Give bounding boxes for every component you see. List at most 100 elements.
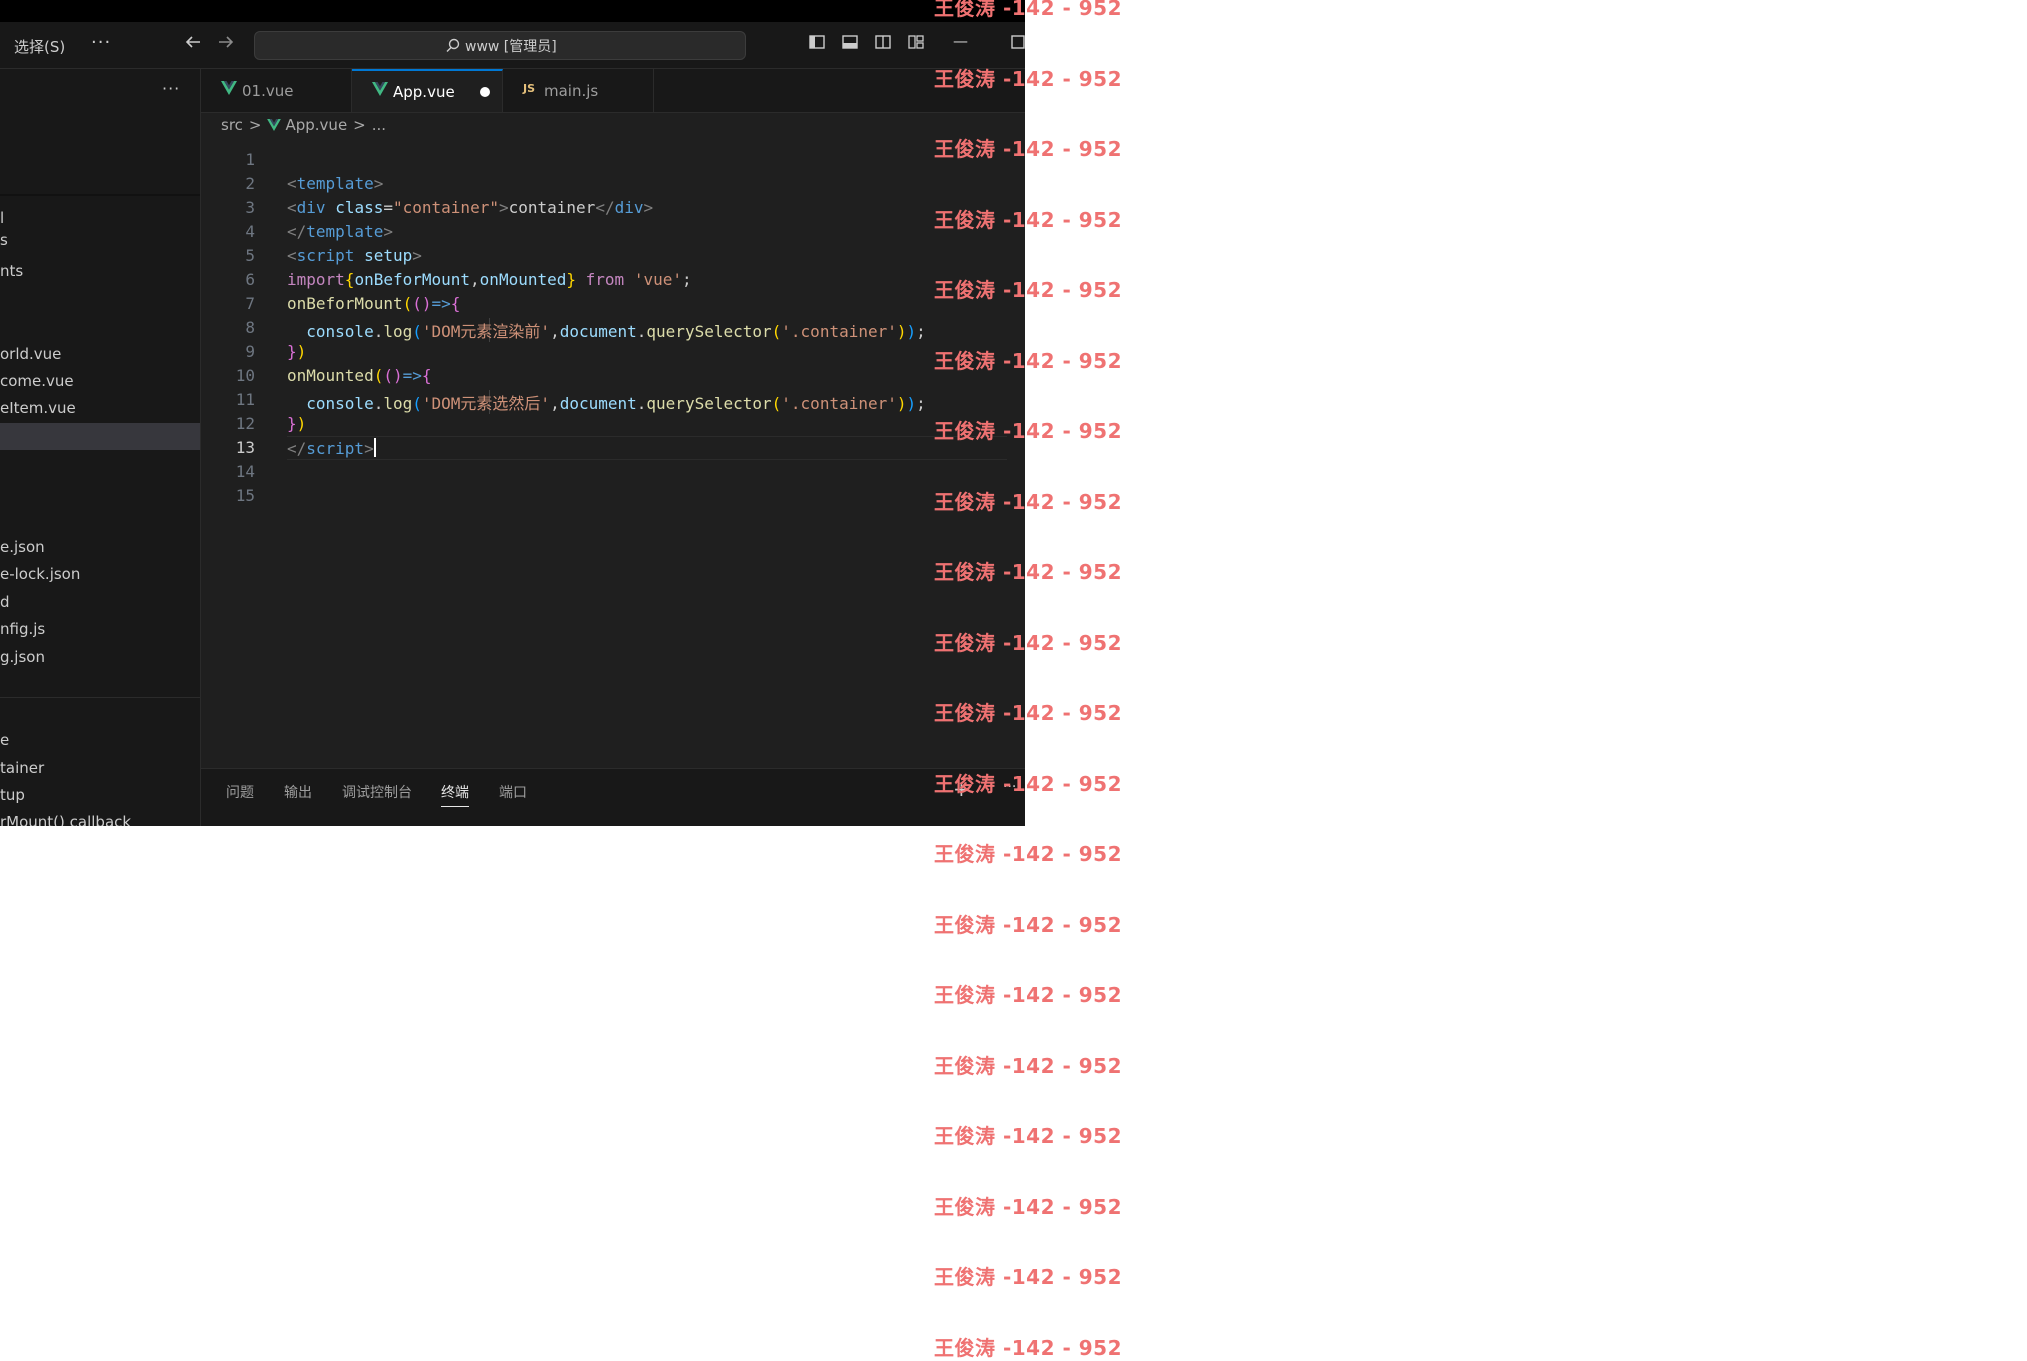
code-token: > [643,198,654,217]
code-line[interactable]: }) [287,414,306,433]
sidebar-item[interactable]: s [0,231,8,249]
code-token: ) [896,394,907,413]
more-menu-icon[interactable]: ··· [91,32,111,53]
js-icon: JS [523,82,536,95]
tab-main-js[interactable]: JS main.js [503,69,654,112]
code-token: console [306,394,374,413]
watermark-text: 王俊涛 -142 - 952 [934,630,1122,655]
menu-select[interactable]: 选择(S) [14,36,65,57]
code-line[interactable]: import{onBeforMount,onMounted} from 'vue… [287,270,692,289]
line-number: 10 [235,366,255,385]
line-number: 7 [245,294,255,313]
code-line[interactable]: }) [287,342,306,361]
code-token: > [498,198,509,217]
line-number: 9 [245,342,255,361]
code-line[interactable]: onBeforMount(()=>{ [287,294,460,313]
code-token: , [470,270,480,289]
code-token: container [508,198,596,217]
code-token: () [412,294,432,313]
code-token: div [296,198,326,217]
sidebar-item[interactable]: g.json [0,648,45,666]
watermark-text: 王俊涛 -142 - 952 [934,1335,1122,1360]
vue-icon [372,82,388,96]
code-editor[interactable]: 1 2 <template> 3 <div class="container">cont… [201,140,1025,570]
tab-01-vue[interactable]: 01.vue [201,69,352,112]
outline-item[interactable]: tup [0,786,25,804]
sidebar-more-icon[interactable]: ··· [162,79,180,98]
arrow-right-icon[interactable] [217,33,235,56]
tab-label: 01.vue [242,82,294,100]
code-token: > [364,439,374,458]
arrow-left-icon[interactable] [184,33,202,56]
code-token: '.container' [781,394,897,413]
tab-label: main.js [544,82,599,100]
sidebar-item[interactable]: eItem.vue [0,399,76,417]
panel-tab-problems[interactable]: 问题 [226,782,254,802]
watermark-text: 王俊涛 -142 - 952 [934,912,1122,937]
line-number: 2 [245,174,255,193]
code-line[interactable]: </script> [287,438,376,458]
line-number: 14 [235,462,255,481]
code-token: } [287,414,297,433]
unsaved-dot-icon[interactable] [480,87,490,97]
code-line[interactable]: onMounted(()=>{ [287,366,432,385]
line-number: 4 [245,222,255,241]
code-token: ( [771,394,782,413]
explorer-sidebar: ··· l s nts orld.vue come.vue eItem.vue … [0,69,201,826]
code-token: template [296,174,374,193]
code-line[interactable]: <script setup> [287,246,422,265]
panel-tab-debug-console[interactable]: 调试控制台 [342,782,412,802]
code-token: { [344,270,355,289]
code-token: ) [296,414,307,433]
code-token: } [287,342,297,361]
code-line[interactable]: console.log('DOM元素选然后',document.querySel… [287,390,926,414]
code-line[interactable]: </template> [287,222,393,241]
panel-tab-terminal[interactable]: 终端 [441,782,469,807]
panel-tab-ports[interactable]: 端口 [499,782,527,802]
breadcrumb-file[interactable]: App.vue [285,116,347,134]
sidebar-item[interactable]: come.vue [0,372,74,390]
title-bar: 选择(S) ··· www [管理员] — [0,22,1025,69]
code-token: onBeforMount [354,270,471,289]
code-token: < [287,246,297,265]
code-token: '.container' [781,322,897,341]
sidebar-item[interactable]: nts [0,262,23,280]
sidebar-item[interactable]: orld.vue [0,345,61,363]
customize-layout-icon[interactable] [907,33,925,56]
toggle-primary-sidebar-icon[interactable] [808,33,826,56]
code-line[interactable]: <div class="container">container</div> [287,198,653,217]
sidebar-item[interactable]: nfig.js [0,620,45,638]
line-number: 12 [235,414,255,433]
sidebar-item[interactable]: e-lock.json [0,565,80,583]
outline-item[interactable]: tainer [0,759,44,777]
command-center-search[interactable]: www [管理员] [254,31,746,60]
line-number: 8 [245,318,255,337]
code-line[interactable]: <template> [287,174,383,193]
code-token: div [614,198,644,217]
watermark-text: 王俊涛 -142 - 952 [934,842,1122,866]
code-token: ) [296,342,307,361]
sidebar-item[interactable]: d [0,593,10,611]
code-token: , [550,394,560,413]
breadcrumb-folder[interactable]: src [221,116,243,134]
sidebar-item[interactable]: e.json [0,538,45,556]
maximize-icon[interactable] [1010,33,1025,56]
breadcrumb-separator: > [248,116,262,134]
toggle-secondary-sidebar-icon[interactable] [874,33,892,56]
outline-item[interactable]: rMount() callback [0,813,131,826]
panel-tab-output[interactable]: 输出 [284,782,312,802]
toggle-panel-icon[interactable] [841,33,859,56]
code-token: , [550,322,560,341]
tab-app-vue[interactable]: App.vue [352,69,503,112]
code-token: 'DOM元素选然后' [421,394,551,413]
sidebar-item[interactable]: l [0,209,4,227]
minimize-button[interactable]: — [953,32,968,50]
code-token: onMounted [287,366,374,385]
code-line[interactable]: console.log('DOM元素渲染前',document.querySel… [287,318,926,342]
outline-item[interactable]: e [0,731,9,749]
code-token: document [559,322,637,341]
code-token: ( [771,322,782,341]
breadcrumb-symbol[interactable]: ... [372,116,386,134]
watermark-text: 王俊涛 -142 - 952 [934,1194,1122,1219]
